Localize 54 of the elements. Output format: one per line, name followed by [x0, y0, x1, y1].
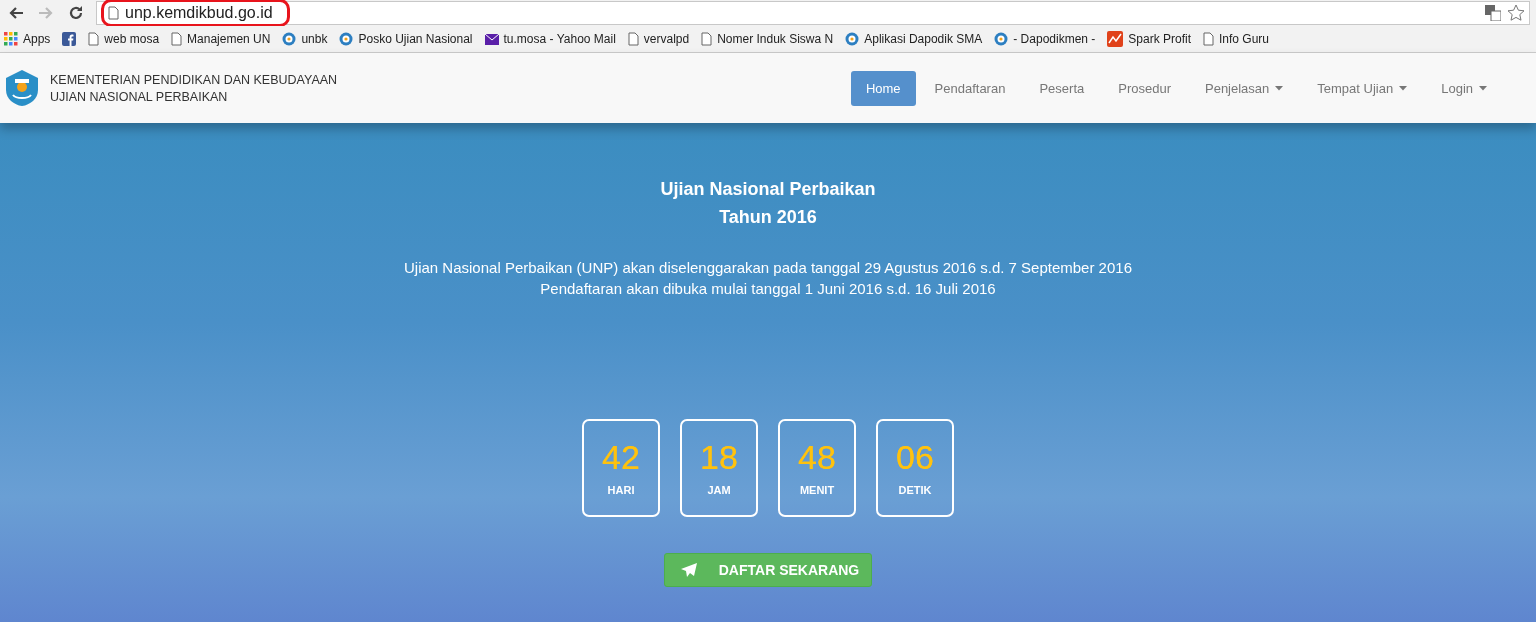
- nav-link[interactable]: Peserta: [1024, 70, 1100, 106]
- paper-plane-icon: [680, 563, 697, 577]
- globe-logo-icon: [282, 32, 297, 46]
- bookmark-item[interactable]: tu.mosa - Yahoo Mail: [484, 32, 616, 46]
- hero-description: Ujian Nasional Perbaikan (UNP) akan diselenggarakan pada tanggal 29 Agustus 2016 s.d. 7 September 2016 Pendaftaran akan dibuka mulai tanggal 1 Juni 2016 s.d. 16 Juli 2016: [404, 258, 1132, 299]
- page-icon: [171, 32, 183, 46]
- url-text: unp.kemdikbud.go.id: [125, 4, 273, 22]
- caret-icon: [1399, 85, 1408, 91]
- bookmark-item[interactable]: vervalpd: [627, 32, 690, 46]
- site-title: KEMENTERIAN PENDIDIKAN DAN KEBUDAYAAN: [50, 72, 338, 87]
- bookmark-item[interactable]: Apps: [4, 32, 51, 46]
- nav-link[interactable]: Login: [1426, 70, 1502, 106]
- bookmark-item[interactable]: Posko Ujian Nasional: [339, 32, 473, 46]
- mail-icon: [484, 33, 499, 45]
- bookmark-item[interactable]: Nomer Induk Siswa N: [701, 32, 834, 46]
- countdown-number: 42: [602, 440, 640, 474]
- page-icon: [701, 32, 713, 46]
- countdown-unit: MENIT: [799, 484, 835, 496]
- globe-logo-icon: [994, 32, 1009, 46]
- star-icon[interactable]: [1507, 4, 1525, 22]
- page-icon: [1203, 32, 1214, 46]
- bookmark-item[interactable]: [62, 32, 77, 46]
- bookmark-item[interactable]: unbk: [282, 32, 328, 46]
- page-icon: [627, 32, 639, 46]
- translate-icon[interactable]: [1485, 5, 1501, 21]
- bookmark-item[interactable]: Spark Profit: [1107, 31, 1191, 47]
- site-title: UJIAN NASIONAL PERBAIKAN: [50, 89, 229, 104]
- hero-title: Ujian Nasional Perbaikan Tahun 2016: [660, 178, 876, 229]
- page-icon: [108, 6, 119, 20]
- apps-grid-icon: [4, 32, 18, 46]
- address-bar[interactable]: unp.kemdikbud.go.id: [96, 1, 1530, 25]
- nav-link[interactable]: Tempat Ujian: [1302, 70, 1423, 106]
- bookmark-item[interactable]: web mosa: [88, 32, 160, 46]
- nav-link[interactable]: Prosedur: [1103, 70, 1186, 106]
- facebook-icon: [62, 32, 77, 46]
- countdown-number: 06: [896, 440, 934, 474]
- countdown-number: 18: [700, 440, 738, 474]
- bookmark-item[interactable]: Manajemen UN: [171, 32, 271, 46]
- nav-link[interactable]: Penjelasan: [1190, 70, 1299, 106]
- countdown-number: 48: [798, 440, 836, 474]
- countdown-unit: JAM: [707, 484, 731, 496]
- bookmark-item[interactable]: - Dapodikmen -: [994, 32, 1096, 46]
- globe-logo-icon: [845, 32, 860, 46]
- emblem-logo-icon: [4, 69, 40, 107]
- countdown-unit: HARI: [607, 484, 635, 496]
- globe-logo-icon: [339, 32, 354, 46]
- caret-icon: [1479, 85, 1487, 91]
- countdown-unit: DETIK: [898, 484, 932, 496]
- nav-link[interactable]: Pendaftaran: [919, 70, 1021, 106]
- bookmark-item[interactable]: Info Guru: [1203, 32, 1270, 46]
- chart-line-icon: [1107, 31, 1124, 47]
- bookmark-item[interactable]: Aplikasi Dapodik SMA: [845, 32, 983, 46]
- page-icon: [88, 32, 100, 46]
- caret-icon: [1275, 85, 1284, 91]
